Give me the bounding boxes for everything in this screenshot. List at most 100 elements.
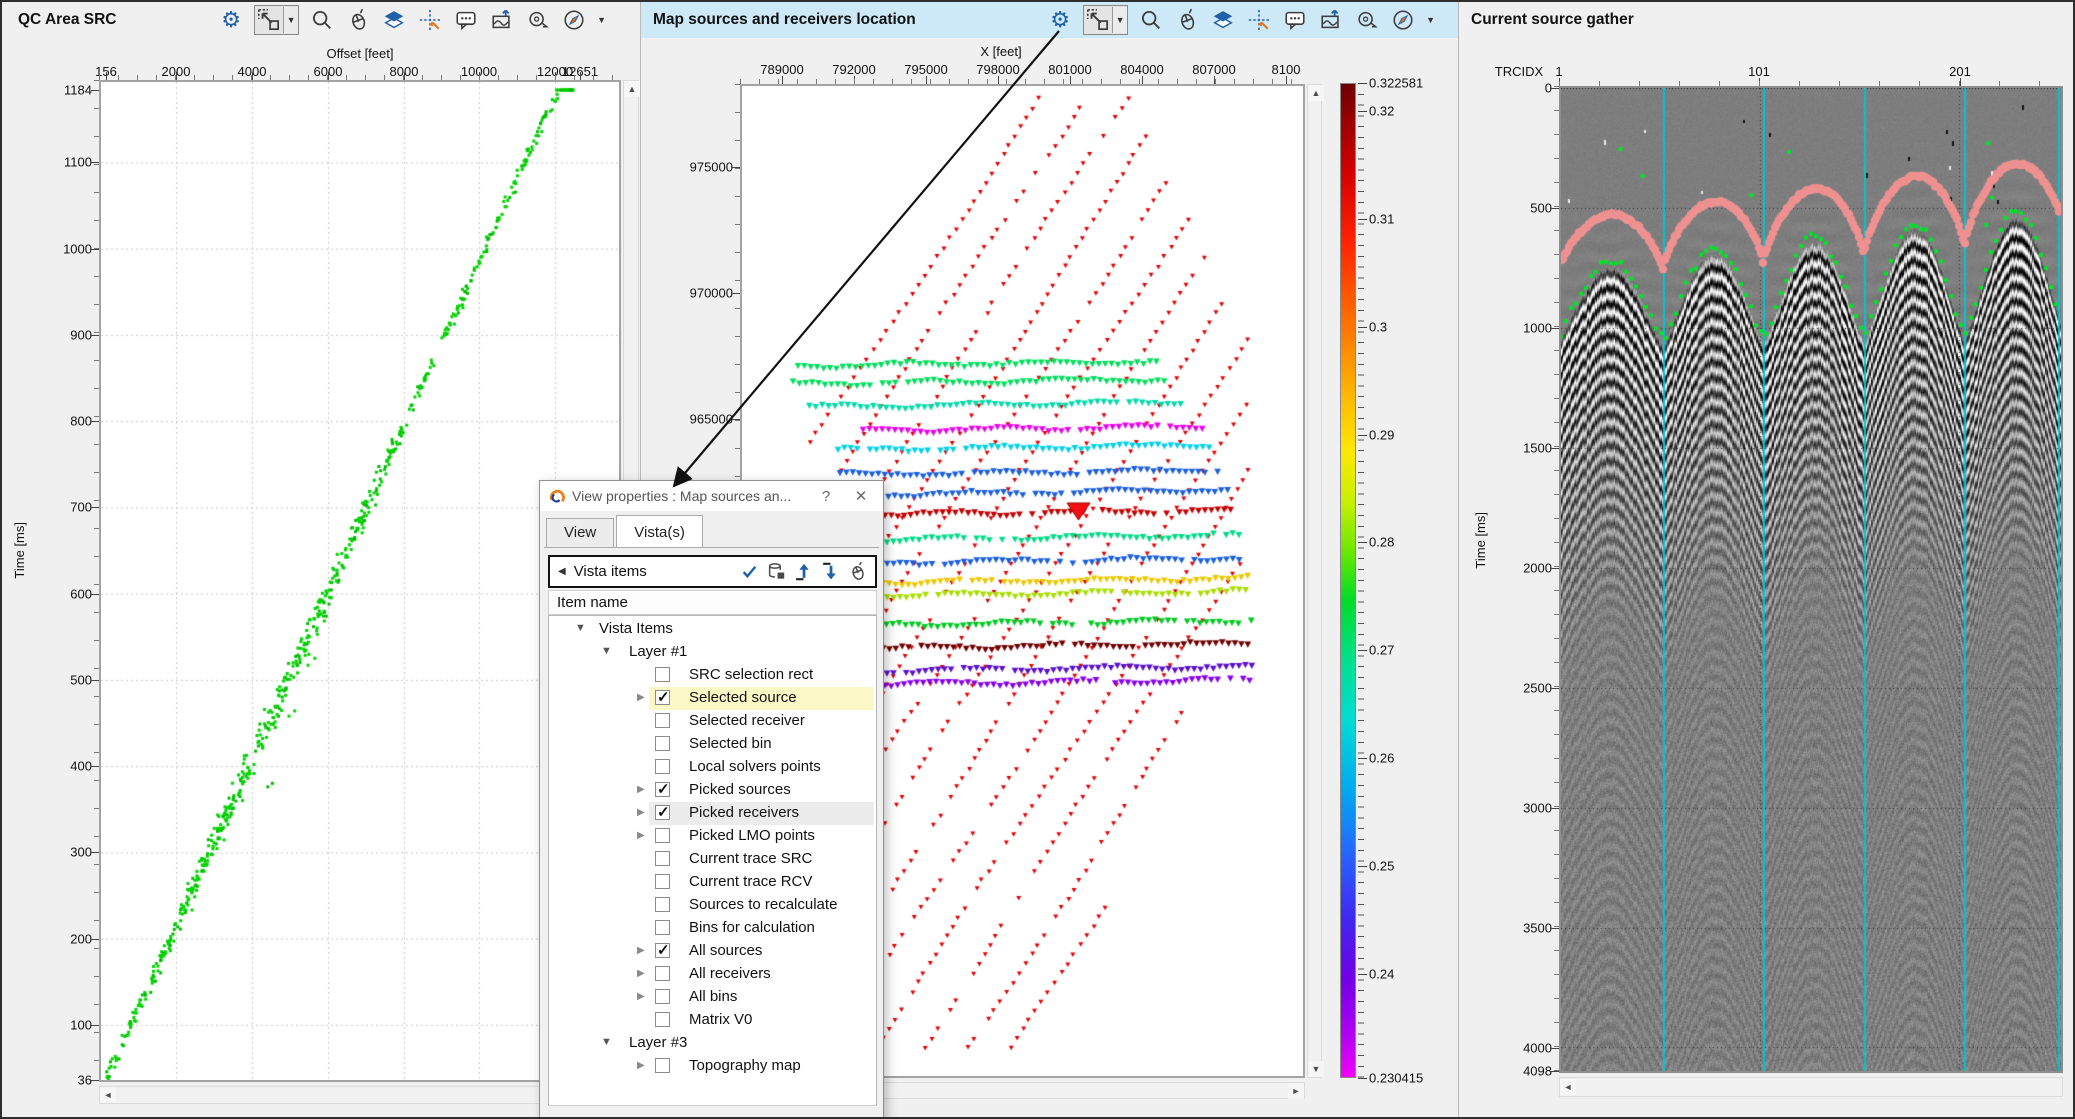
tree-item[interactable]: ▼Layer #3 [549,1032,876,1055]
tree-item[interactable]: ▶✓Picked sources [549,779,876,802]
tree-item[interactable]: Current trace SRC [549,848,876,871]
expander-closed-icon[interactable]: ▶ [637,830,645,841]
chevron-down-icon[interactable]: ▼ [1112,7,1127,33]
chevron-down-icon[interactable]: ▼ [1426,15,1435,25]
expander-open-icon[interactable]: ▼ [601,1036,612,1048]
dialog-help-button[interactable]: ? [812,488,840,505]
expander-closed-icon[interactable]: ▶ [637,1060,645,1071]
tree-item[interactable]: Local solvers points [549,756,876,779]
tree-item[interactable]: Current trace RCV [549,871,876,894]
expander-open-icon[interactable]: ▼ [575,622,586,634]
dialog-close-button[interactable]: ✕ [847,487,875,505]
tree-item[interactable]: ▶✓Selected source [549,687,876,710]
expander-open-icon[interactable]: ▼ [601,645,612,657]
mouse-select-icon[interactable] [345,7,371,33]
tree-item[interactable]: ▶✓Picked receivers [549,802,876,825]
mouse-select-icon[interactable] [1174,7,1200,33]
x-tick-label: 792000 [832,62,875,77]
magnifier-icon[interactable] [309,7,335,33]
expander-closed-icon[interactable]: ▶ [637,945,645,956]
scroll-up-icon[interactable]: ▲ [1308,85,1324,101]
tree-item[interactable]: ▶All bins [549,986,876,1009]
gear-icon[interactable]: ⚙ [218,7,244,33]
move-tool-icon[interactable] [417,7,443,33]
tree-item[interactable]: Sources to recalculate [549,894,876,917]
layers-icon[interactable] [1210,7,1236,33]
zoom-extent-button[interactable]: ▼ [254,5,299,35]
export-image-icon[interactable] [1318,7,1344,33]
expander-closed-icon[interactable]: ▶ [637,692,645,703]
compass-icon[interactable] [1390,7,1416,33]
export-image-icon[interactable] [489,7,515,33]
item-checkbox[interactable] [655,736,670,751]
item-checkbox[interactable] [655,713,670,728]
measure-icon[interactable] [1354,7,1380,33]
vista-items-toolbar[interactable]: ◀ Vista items [548,555,877,588]
tree-item[interactable]: Matrix V0 [549,1009,876,1032]
item-checkbox[interactable]: ✓ [655,805,670,820]
dialog-title-bar[interactable]: View properties : Map sources an... ? ✕ [540,481,883,511]
item-checkbox[interactable]: ✓ [655,782,670,797]
import-up-icon[interactable] [794,562,813,581]
item-checkbox[interactable] [655,897,670,912]
move-tool-icon[interactable] [1246,7,1272,33]
item-checkbox[interactable] [655,989,670,1004]
x-tick-label: 201 [1949,64,1971,79]
tree-item[interactable]: ▼Vista Items [549,618,876,641]
gather-plot-area[interactable] [1559,86,2063,1073]
item-checkbox[interactable] [655,828,670,843]
database-save-icon[interactable] [767,562,786,581]
magnifier-icon[interactable] [1138,7,1164,33]
zoom-extent-button[interactable]: ▼ [1083,5,1128,35]
dialog-title: View properties : Map sources an... [572,488,805,504]
expander-closed-icon[interactable]: ▶ [637,784,645,795]
map-vertical-scrollbar[interactable]: ▲ ▼ [1307,84,1322,1078]
comment-icon[interactable] [453,7,479,33]
collapse-icon[interactable]: ◀ [558,566,566,577]
measure-icon[interactable] [525,7,551,33]
tree-item[interactable]: ▶Picked LMO points [549,825,876,848]
chevron-down-icon[interactable]: ▼ [597,15,606,25]
scroll-down-icon[interactable]: ▼ [1308,1061,1324,1077]
scroll-right-icon[interactable]: ► [1288,1083,1304,1099]
tree-item[interactable]: Selected receiver [549,710,876,733]
item-checkbox[interactable] [655,1058,670,1073]
mouse-actions-icon[interactable] [848,562,867,581]
gather-horizontal-scrollbar[interactable]: ◄ [1559,1077,2063,1097]
scroll-left-icon[interactable]: ◄ [100,1087,116,1103]
item-checkbox[interactable] [655,920,670,935]
compass-icon[interactable] [561,7,587,33]
vista-items-tree[interactable]: ▼Vista Items▼Layer #1SRC selection rect ▶… [548,615,877,1106]
item-checkbox[interactable] [655,966,670,981]
gather-seismic-canvas[interactable] [1561,88,2061,1071]
scroll-up-icon[interactable]: ▲ [624,81,640,97]
x-tick-label: 807000 [1192,62,1235,77]
tree-item[interactable]: ▼Layer #1 [549,641,876,664]
tree-item[interactable]: Selected bin [549,733,876,756]
layers-icon[interactable] [381,7,407,33]
tab-vistas[interactable]: Vista(s) [616,515,703,547]
expander-closed-icon[interactable]: ▶ [637,991,645,1002]
apply-check-icon[interactable] [740,562,759,581]
chevron-down-icon[interactable]: ▼ [283,7,298,33]
item-checkbox[interactable]: ✓ [655,943,670,958]
item-checkbox[interactable] [655,667,670,682]
item-checkbox[interactable] [655,874,670,889]
gear-icon[interactable]: ⚙ [1047,7,1073,33]
item-checkbox[interactable]: ✓ [655,690,670,705]
item-checkbox[interactable] [655,1012,670,1027]
tab-view[interactable]: View [546,518,614,547]
tree-item[interactable]: SRC selection rect [549,664,876,687]
tree-column-header[interactable]: Item name [548,590,877,615]
comment-icon[interactable] [1282,7,1308,33]
tree-item[interactable]: ▶All receivers [549,963,876,986]
item-checkbox[interactable] [655,851,670,866]
tree-item[interactable]: ▶✓All sources [549,940,876,963]
item-checkbox[interactable] [655,759,670,774]
tree-item[interactable]: Bins for calculation [549,917,876,940]
export-down-icon[interactable] [821,562,840,581]
expander-closed-icon[interactable]: ▶ [637,968,645,979]
tree-item[interactable]: ▶Topography map [549,1055,876,1078]
scroll-left-icon[interactable]: ◄ [1560,1079,1576,1095]
expander-closed-icon[interactable]: ▶ [637,807,645,818]
